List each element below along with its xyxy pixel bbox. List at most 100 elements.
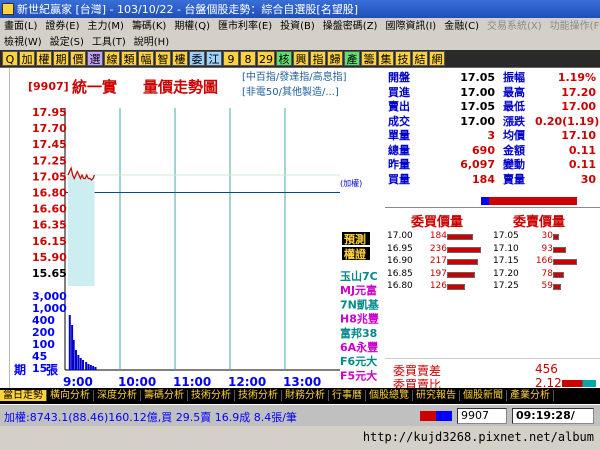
warrant-item[interactable]: H8兆豐 <box>340 312 379 326</box>
menu2-item-3[interactable]: 說明(H) <box>130 37 173 48</box>
watermark-url: http://kujd3268.pixnet.net/album <box>362 430 594 444</box>
menu-item-3[interactable]: 籌碼(K) <box>128 21 170 32</box>
menu-item-7[interactable]: 操盤密碼(Z) <box>319 21 382 32</box>
tab-8[interactable]: 個股總覽 <box>366 390 413 401</box>
menu-item-1[interactable]: 證券(E) <box>41 21 83 32</box>
toolbar-button-10[interactable]: 樓 <box>172 51 188 66</box>
x-tick-label: 9:00 <box>63 375 93 388</box>
quote-row: 買量 184 賣量 30 <box>385 173 600 186</box>
toolbar-button-16[interactable]: 核 <box>276 51 292 66</box>
toolbar-button-1[interactable]: 加 <box>19 51 35 66</box>
y-tick-label: 17.05 <box>32 170 67 183</box>
quote-label-right: 最低 <box>503 100 525 113</box>
badge-label[interactable]: 權證 <box>344 247 367 261</box>
price-volume-chart[interactable]: 17.95 17.70 17.45 17.25 17.05 16.80 16.60 16.35… <box>0 68 385 388</box>
warrant-item[interactable]: 富邦38 <box>340 326 377 340</box>
menu2-item-2[interactable]: 工具(T) <box>88 37 130 48</box>
ask-volume: 166 <box>535 256 553 266</box>
ask-volume: 59 <box>541 281 553 291</box>
tab-2[interactable]: 深度分析 <box>94 390 141 401</box>
ask-volume-bar <box>553 246 567 253</box>
warrant-item[interactable]: F6元大 <box>340 354 377 368</box>
volume-bar <box>85 362 88 370</box>
tab-11[interactable]: 產業分析 <box>507 390 554 401</box>
menu-item-10[interactable]: 交易系統(X) <box>483 21 546 32</box>
menu-item-2[interactable]: 主力(M) <box>84 21 128 32</box>
volume-bar <box>77 355 80 370</box>
window-title: 新世紀贏家 [台灣] - 103/10/22 - 台盤個股走勢：綜合自選股[名望… <box>17 3 358 16</box>
menu-item-0[interactable]: 畫面(L) <box>0 21 41 32</box>
menu-item-5[interactable]: 匯市利率(E) <box>214 21 276 32</box>
toolbar-button-4[interactable]: 價 <box>70 51 86 66</box>
tab-0[interactable]: 當日走勢 <box>0 390 47 401</box>
toolbar-button-6[interactable]: 線 <box>104 51 120 66</box>
period-label: 期 <box>14 362 26 377</box>
quote-label-right: 振幅 <box>503 71 525 84</box>
toolbar-button-5[interactable]: 選 <box>87 51 103 66</box>
menu2-item-0[interactable]: 檢視(W) <box>0 37 46 48</box>
menu-item-9[interactable]: 金融(C) <box>440 21 483 32</box>
warrant-item[interactable]: 6A永豐 <box>340 340 378 354</box>
menu-item-6[interactable]: 投資(B) <box>276 21 319 32</box>
toolbar-button-8[interactable]: 幅 <box>138 51 154 66</box>
toolbar-button-23[interactable]: 技 <box>395 51 411 66</box>
toolbar-button-11[interactable]: 委 <box>189 51 205 66</box>
chart-title: 量價走勢圖 <box>143 78 219 96</box>
menu-item-11[interactable]: 功能操作(F) <box>546 21 600 32</box>
tab-7[interactable]: 行事曆 <box>329 390 366 401</box>
toolbar-button-25[interactable]: 網 <box>429 51 445 66</box>
tab-1[interactable]: 橫向分析 <box>47 390 94 401</box>
tab-9[interactable]: 研究報告 <box>413 390 460 401</box>
status-bar: 加權:8743.1(88.46)160.12億,買 29.5賣 16.9成 8.… <box>0 404 600 426</box>
ask-volume: 93 <box>541 243 553 254</box>
analysis-tabs: 當日走勢 橫向分析 深度分析 籌碼分析 技術分析 技術分析 財務分析 行事曆 個股總覽 研究報告個… <box>0 388 600 404</box>
toolbar-button-17[interactable]: 興 <box>293 51 309 66</box>
warrant-item[interactable]: 玉山7C <box>340 269 378 283</box>
warrant-item[interactable]: 7N凱基 <box>340 297 380 311</box>
toolbar-button-14[interactable]: 8 <box>240 51 256 66</box>
ask-price: 17.25 <box>493 281 519 291</box>
quote-row: 賣出 17.05 最低 17.00 <box>385 101 600 113</box>
stock-code-input[interactable]: 9907 <box>457 408 507 424</box>
ask-price: 17.10 <box>493 243 519 254</box>
quote-value-right: 0.20(1.19) <box>535 114 600 128</box>
tab-6[interactable]: 財務分析 <box>282 390 329 401</box>
quote-value-right: 17.20 <box>561 85 596 99</box>
tab-10[interactable]: 個股新聞 <box>460 390 507 401</box>
quote-label-right: 漲跌 <box>503 114 525 128</box>
toolbar-button-24[interactable]: 結 <box>412 51 428 66</box>
toolbar-button-3[interactable]: 期 <box>53 51 69 66</box>
toolbar-button-19[interactable]: 歸 <box>327 51 343 66</box>
y-tick-label: 15.65 <box>32 267 67 280</box>
volume-bar <box>79 358 82 370</box>
x-tick-label: 13:00 <box>283 375 321 388</box>
spread-panel: 委買賣差 456 委買賣比 2.12 <box>385 358 600 392</box>
toolbar-button-15[interactable]: 29 <box>257 51 275 66</box>
depth-header: 委買價量 委賣價量 <box>385 207 600 230</box>
quote-label-right: 變動 <box>503 158 525 171</box>
tab-5[interactable]: 技術分析 <box>235 390 282 401</box>
toolbar-button-12[interactable]: 江 <box>206 51 222 66</box>
tab-3[interactable]: 籌碼分析 <box>141 390 188 401</box>
tab-4[interactable]: 技術分析 <box>188 390 235 401</box>
buy-sell-ratio-bar <box>385 193 600 207</box>
warrant-item[interactable]: MJ元富 <box>340 283 377 297</box>
badge-label[interactable]: 預測 <box>344 232 366 246</box>
toolbar-button-2[interactable]: 權 <box>36 51 52 66</box>
toolbar-button-18[interactable]: 指 <box>310 51 326 66</box>
menu-item-8[interactable]: 國際資訊(I) <box>381 21 440 32</box>
warrant-item[interactable]: F5元大 <box>340 368 377 382</box>
ratio-bar-marker <box>481 197 489 205</box>
toolbar-button-0[interactable]: Q <box>2 51 18 66</box>
toolbar-button-7[interactable]: 類 <box>121 51 137 66</box>
toolbar-button-21[interactable]: 籌 <box>361 51 377 66</box>
bid-title: 委買價量 <box>411 215 464 230</box>
toolbar-button-13[interactable]: 9 <box>223 51 239 66</box>
menu-item-4[interactable]: 期權(Q) <box>170 21 214 32</box>
volume-bar <box>89 365 92 370</box>
buy-sell-indicator <box>420 411 452 421</box>
menu2-item-1[interactable]: 設定(S) <box>46 37 88 48</box>
toolbar-button-22[interactable]: 集 <box>378 51 394 66</box>
toolbar-button-9[interactable]: 智 <box>155 51 171 66</box>
toolbar-button-20[interactable]: 產 <box>344 51 360 66</box>
